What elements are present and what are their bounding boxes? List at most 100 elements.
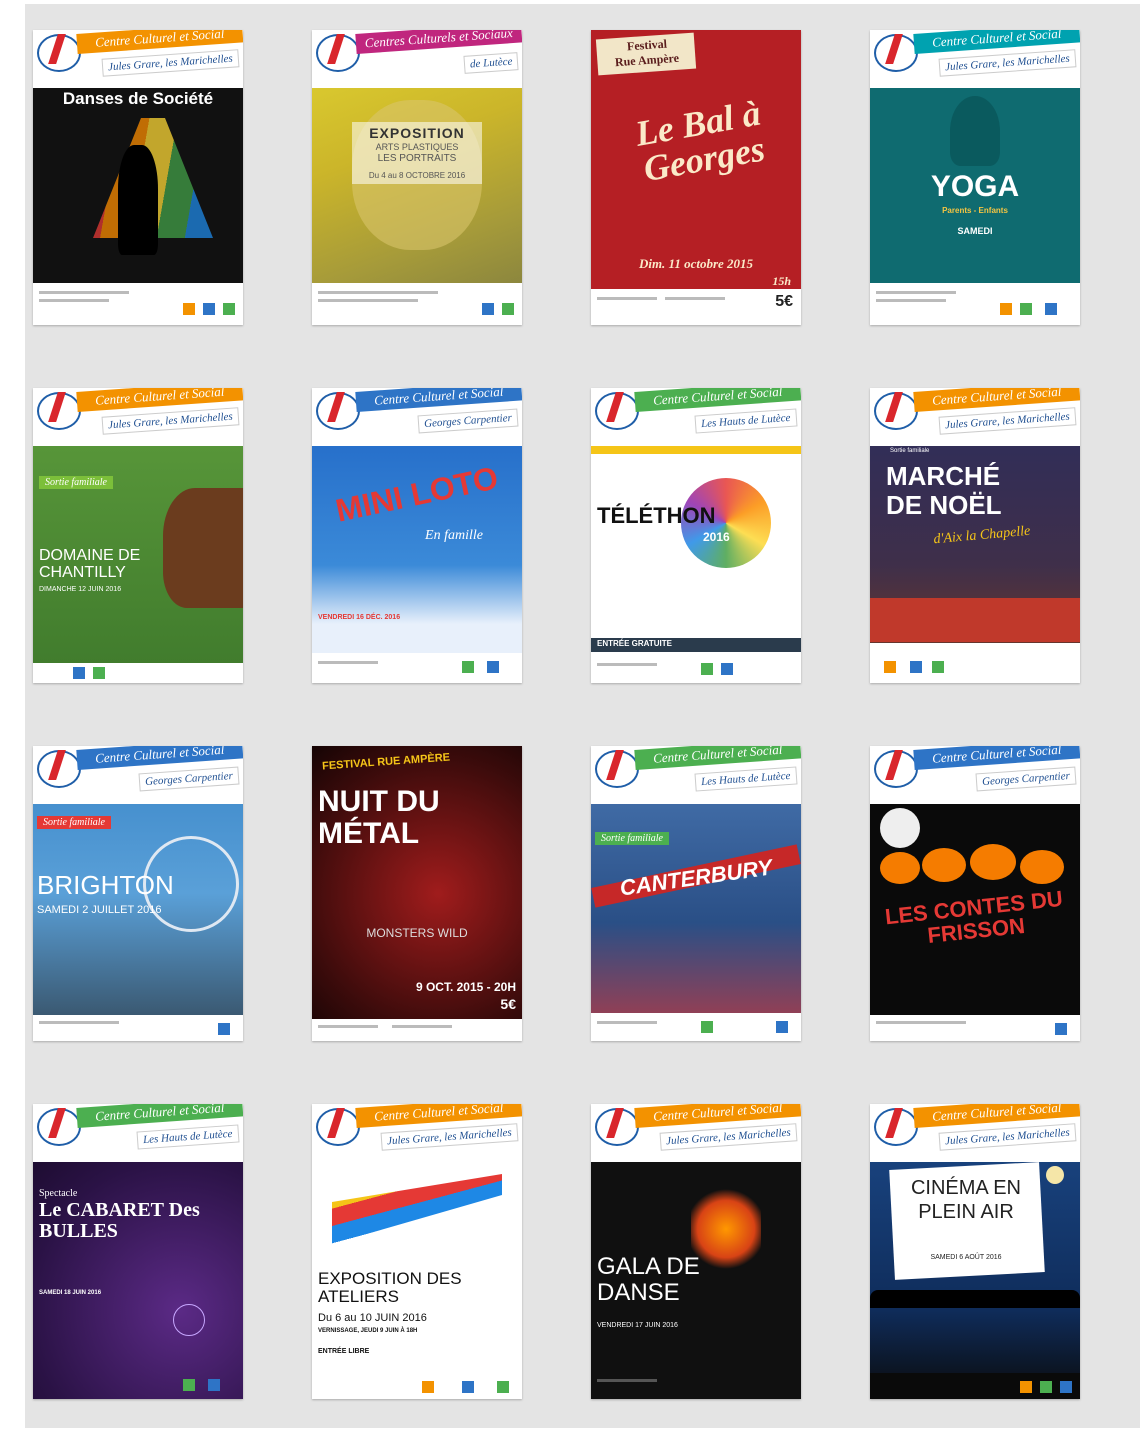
poster-brighton[interactable]: Centre Culturel et Social Georges Carpen… <box>33 746 243 1041</box>
poster-title: Le Bal à Georges <box>632 92 768 190</box>
poster-title: TÉLÉTHON <box>597 503 716 528</box>
poster-footer <box>312 1019 522 1041</box>
poster-header: Centre Culturel et Social Jules Grare, l… <box>33 30 243 88</box>
poster-title: CINÉMA EN PLEIN AIR <box>910 1177 1022 1223</box>
poster-footer: 5€ <box>591 289 801 325</box>
header-line: Centres Culturels et Sociaux <box>355 30 522 54</box>
poster-canterbury[interactable]: Centre Culturel et Social Les Hauts de L… <box>591 746 801 1041</box>
poster-title: MINI LOTO <box>332 459 502 529</box>
poster-footer <box>591 1013 801 1041</box>
poster-header: Centre Culturel et Social Georges Carpen… <box>870 746 1080 804</box>
logo-icon <box>874 1108 918 1146</box>
logo-icon <box>874 750 918 788</box>
poster-gala-de-danse[interactable]: Centre Culturel et Social Jules Grare, l… <box>591 1104 801 1399</box>
header-line: Centre Culturel et Social <box>634 388 801 412</box>
poster-title: CANTERBURY <box>618 854 774 901</box>
poster-tag: Sortie familiale <box>39 476 113 489</box>
poster-mini-loto[interactable]: Centre Culturel et Social Georges Carpen… <box>312 388 522 683</box>
poster-bal-a-georges[interactable]: Festival Rue Ampère Le Bal à Georges Dim… <box>591 30 801 325</box>
poster-year: 2016 <box>703 530 730 544</box>
poster-title: EXPOSITION <box>369 125 465 141</box>
pumpkin-icon <box>880 852 920 884</box>
poster-cabaret-des-bulles[interactable]: Centre Culturel et Social Les Hauts de L… <box>33 1104 243 1399</box>
logo-icon <box>37 392 81 430</box>
header-subline: Jules Grare, les Marichelles <box>938 407 1077 435</box>
header-subline: Les Hauts de Lutèce <box>136 1124 240 1150</box>
poster-entry-label: ENTRÉE GRATUITE <box>597 639 672 648</box>
poster-subtitle: Parents - Enfants <box>942 206 1008 215</box>
poster-date: VENDREDI 16 DÉC. 2016 <box>318 614 401 621</box>
moon-icon <box>1046 1166 1064 1184</box>
poster-header: Centre Culturel et Social Jules Grare, l… <box>870 30 1080 88</box>
header-line: Centre Culturel et Social <box>76 1104 243 1128</box>
poster-subtitle: MONSTERS WILD <box>366 926 468 940</box>
poster-title: LES CONTES DU FRISSON <box>883 885 1064 949</box>
poster-date: 9 OCT. 2015 - 20H <box>415 980 516 994</box>
poster-header: Centre Culturel et Social Jules Grare, l… <box>33 388 243 446</box>
poster-footer <box>591 655 801 683</box>
header-subline: Georges Carpentier <box>417 408 519 434</box>
poster-title: NUIT DU MÉTAL <box>318 785 440 850</box>
logo-icon <box>316 34 360 72</box>
header-subline: Jules Grare, les Marichelles <box>659 1123 798 1151</box>
poster-date: SAMEDI 2 JUILLET 2016 <box>37 904 162 916</box>
logo-icon <box>37 750 81 788</box>
poster-header: Centre Culturel et Social Jules Grare, l… <box>591 1104 801 1162</box>
logo-icon <box>874 392 918 430</box>
poster-tag: Sortie familiale <box>37 816 111 829</box>
poster-exposition-portraits[interactable]: Centres Culturels et Sociaux de Lutèce E… <box>312 30 522 325</box>
poster-header: Centres Culturels et Sociaux de Lutèce <box>312 30 522 88</box>
header-subline: Georges Carpentier <box>138 766 240 792</box>
poster-subtitle-2: LES PORTRAITS <box>377 153 457 164</box>
poster-footer <box>870 1373 1080 1399</box>
poster-date: DIMANCHE 12 JUIN 2016 <box>39 586 122 593</box>
poster-price: 5€ <box>775 293 793 310</box>
poster-cinema-plein-air[interactable]: Centre Culturel et Social Jules Grare, l… <box>870 1104 1080 1399</box>
poster-subtitle: En famille <box>425 528 483 543</box>
poster-footer <box>33 1015 243 1041</box>
festival-label: FESTIVAL RUE AMPÈRE <box>321 751 451 773</box>
poster-subtitle: ARTS PLASTIQUES <box>375 142 459 152</box>
logo-icon <box>595 750 639 788</box>
poster-footer <box>591 1375 801 1399</box>
poster-title: MARCHÉ DE NOËL <box>886 461 1002 520</box>
audience-silhouette <box>870 1290 1080 1308</box>
poster-header: Centre Culturel et Social Georges Carpen… <box>312 388 522 446</box>
poster-telethon[interactable]: Centre Culturel et Social Les Hauts de L… <box>591 388 801 683</box>
poster-danses-de-societe[interactable]: Centre Culturel et Social Jules Grare, l… <box>33 30 243 325</box>
poster-header: Centre Culturel et Social Jules Grare, l… <box>312 1104 522 1162</box>
poster-title: BRIGHTON <box>37 870 174 900</box>
logo-icon <box>316 392 360 430</box>
poster-contes-du-frisson[interactable]: Centre Culturel et Social Georges Carpen… <box>870 746 1080 1041</box>
poster-footer <box>312 653 522 683</box>
poster-tag: Sortie familiale <box>890 448 930 454</box>
poster-header: Centre Culturel et Social Jules Grare, l… <box>870 1104 1080 1162</box>
poster-footer <box>870 643 1080 683</box>
header-subline: de Lutèce <box>462 52 519 74</box>
poster-nuit-du-metal[interactable]: FESTIVAL RUE AMPÈRE NUIT DU MÉTAL MONSTE… <box>312 746 522 1041</box>
poster-footer <box>312 283 522 325</box>
poster-marche-de-noel[interactable]: Centre Culturel et Social Jules Grare, l… <box>870 388 1080 683</box>
header-subline: Les Hauts de Lutèce <box>694 766 798 792</box>
poster-title: YOGA <box>930 170 1020 203</box>
pumpkin-icon <box>922 848 966 882</box>
poster-footer <box>870 1015 1080 1041</box>
poster-footer <box>312 1375 522 1399</box>
header-line: Centre Culturel et Social <box>913 746 1080 770</box>
header-subline: Jules Grare, les Marichelles <box>380 1123 519 1151</box>
poster-title: Le CABARET Des BULLES <box>39 1199 200 1242</box>
poster-grid: Centre Culturel et Social Jules Grare, l… <box>33 30 1083 1399</box>
poster-title: EXPOSITION DES ATELIERS <box>318 1269 462 1306</box>
poster-yoga[interactable]: Centre Culturel et Social Jules Grare, l… <box>870 30 1080 325</box>
poster-footer <box>870 283 1080 325</box>
poster-domaine-chantilly[interactable]: Centre Culturel et Social Jules Grare, l… <box>33 388 243 683</box>
header-subline: Jules Grare, les Marichelles <box>938 1123 1077 1151</box>
poster-date: Du 4 au 8 OCTOBRE 2016 <box>368 171 466 180</box>
poster-footer <box>33 1373 243 1399</box>
poster-header: Centre Culturel et Social Les Hauts de L… <box>33 1104 243 1162</box>
poster-date: VENDREDI 17 JUIN 2016 <box>597 1322 678 1329</box>
poster-exposition-des-ateliers[interactable]: Centre Culturel et Social Jules Grare, l… <box>312 1104 522 1399</box>
dancer-silhouette <box>118 145 158 255</box>
poster-date: SAMEDI 18 JUIN 2016 <box>39 1290 102 1296</box>
poster-date: Dim. 11 octobre 2015 <box>638 256 754 271</box>
